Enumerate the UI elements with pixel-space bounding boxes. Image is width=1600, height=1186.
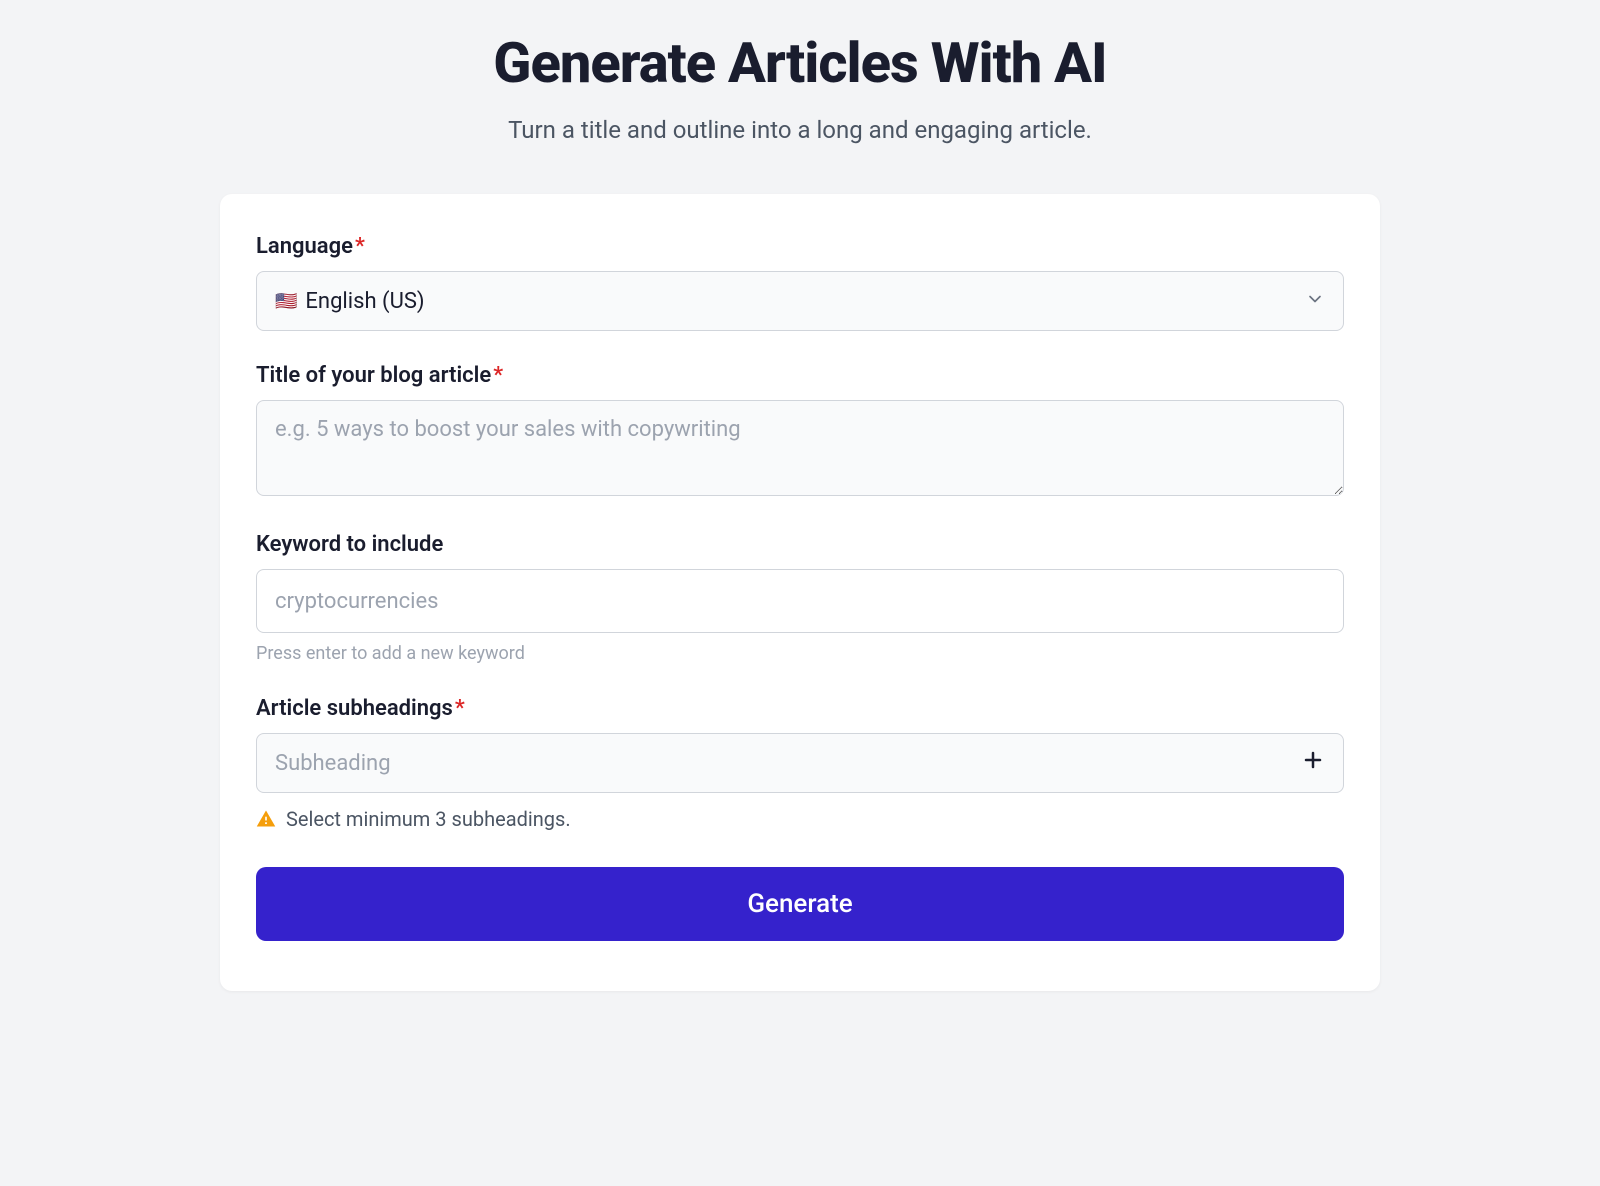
required-asterisk: * xyxy=(455,696,465,721)
title-input[interactable] xyxy=(256,400,1344,496)
keyword-label: Keyword to include xyxy=(256,532,1344,557)
subheadings-label-text: Article subheadings xyxy=(256,696,453,721)
form-card: Language* 🇺🇸 English (US) Title of your … xyxy=(220,194,1380,991)
subheading-input-wrap xyxy=(256,733,1344,793)
warning-icon xyxy=(256,809,276,829)
title-label: Title of your blog article* xyxy=(256,363,1344,388)
language-select[interactable]: 🇺🇸 English (US) xyxy=(256,271,1344,331)
flag-icon: 🇺🇸 xyxy=(275,291,297,312)
warning-text: Select minimum 3 subheadings. xyxy=(286,807,571,831)
keyword-hint: Press enter to add a new keyword xyxy=(256,643,1344,664)
subheadings-label: Article subheadings* xyxy=(256,696,1344,721)
page-title: Generate Articles With AI xyxy=(0,30,1600,96)
required-asterisk: * xyxy=(355,234,365,259)
keyword-input[interactable] xyxy=(256,569,1344,633)
subheadings-warning: Select minimum 3 subheadings. xyxy=(256,807,1344,831)
chevron-down-icon xyxy=(1305,289,1325,313)
subheading-input[interactable] xyxy=(275,734,1301,792)
language-label: Language* xyxy=(256,234,1344,259)
title-label-text: Title of your blog article xyxy=(256,363,491,388)
page-subtitle: Turn a title and outline into a long and… xyxy=(0,116,1600,144)
required-asterisk: * xyxy=(493,363,503,388)
language-label-text: Language xyxy=(256,234,353,259)
language-value: English (US) xyxy=(305,289,1305,314)
plus-icon[interactable] xyxy=(1301,748,1325,779)
generate-button[interactable]: Generate xyxy=(256,867,1344,941)
